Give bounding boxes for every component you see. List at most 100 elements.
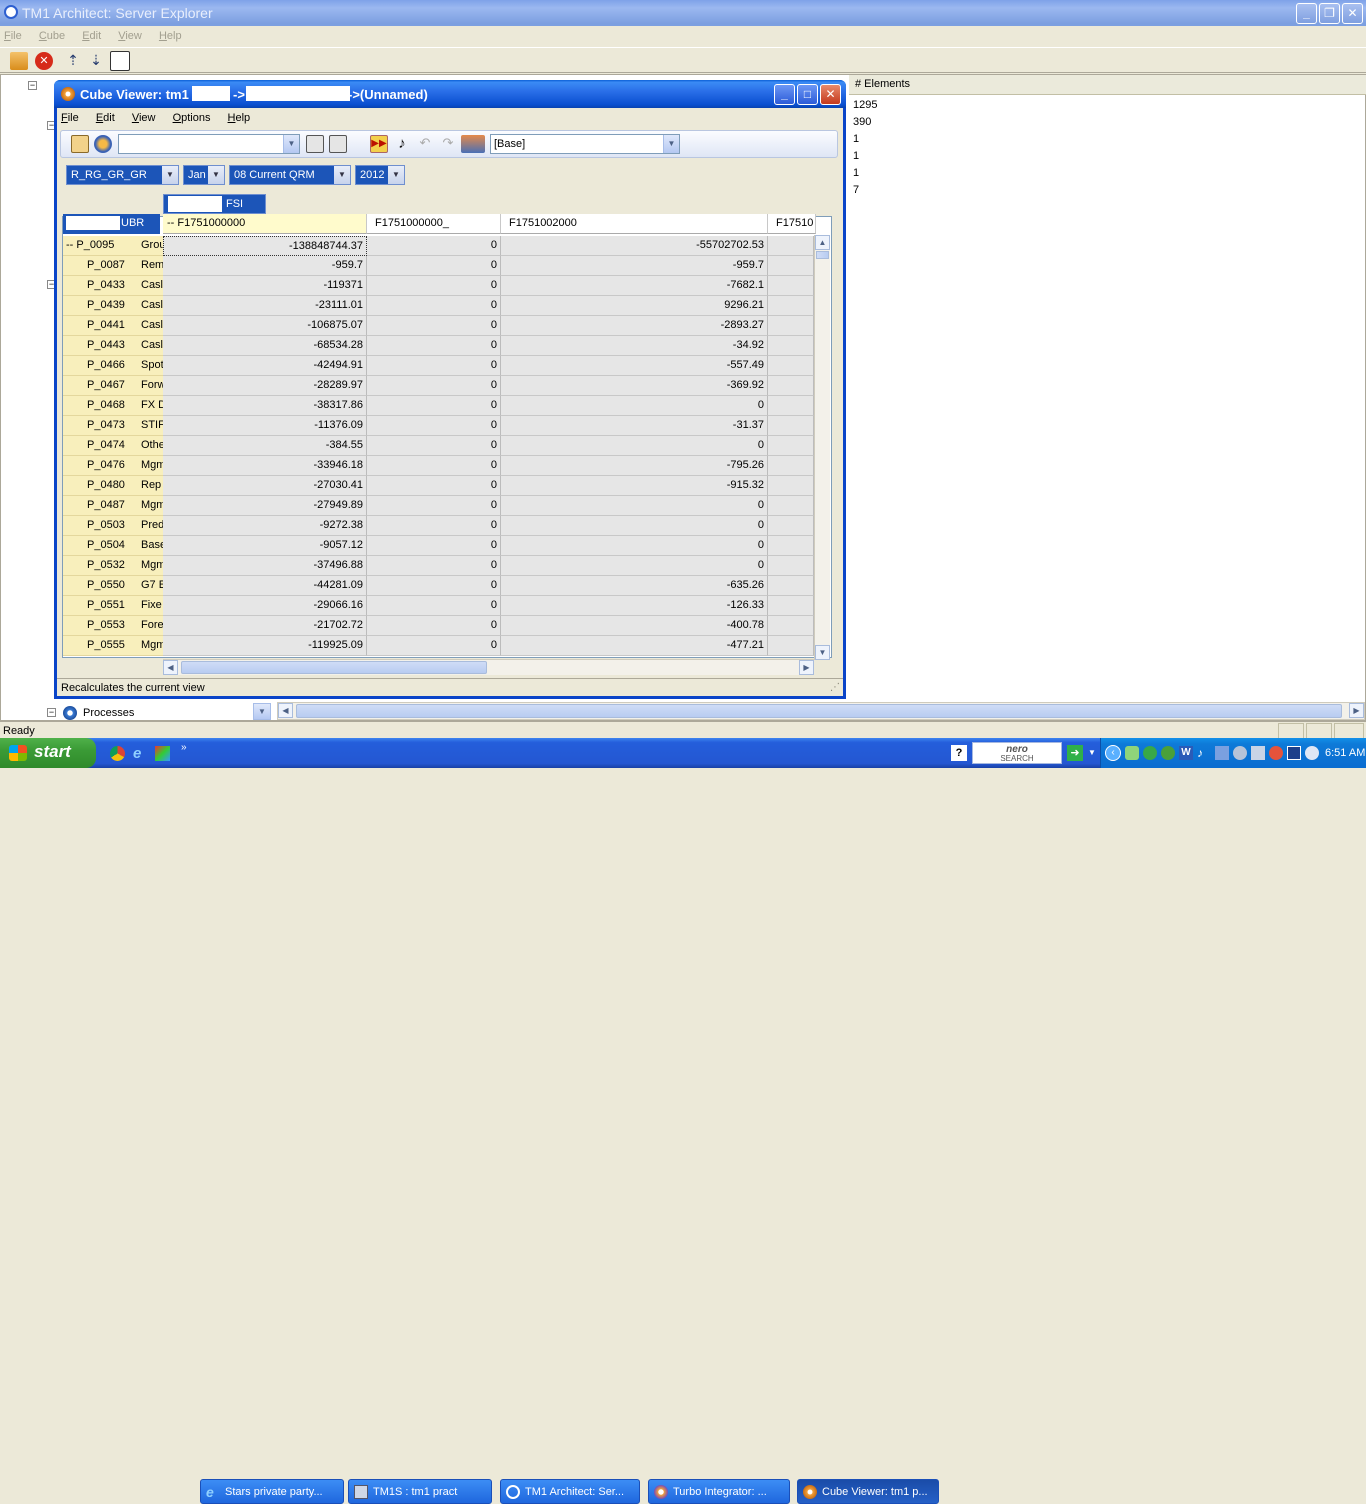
column-header[interactable]: F1751002000 <box>501 214 768 234</box>
data-cell[interactable]: -477.21 <box>501 636 768 656</box>
open-view-icon[interactable] <box>71 135 89 153</box>
title-dim-version[interactable]: 08 Current QRM ▼ <box>229 165 351 185</box>
auto-recalc-icon[interactable] <box>329 135 347 153</box>
taskbar-item[interactable]: TM1S : tm1 pract <box>348 1479 492 1504</box>
data-cell[interactable]: 0 <box>367 436 501 456</box>
chevron-down-icon[interactable]: ▼ <box>388 166 404 184</box>
data-cell[interactable]: -915.32 <box>501 476 768 496</box>
data-cell[interactable] <box>768 556 814 576</box>
chevron-down-icon[interactable]: ▼ <box>663 135 679 153</box>
taskbar-item[interactable]: TM1 Architect: Ser... <box>500 1479 640 1504</box>
row-header[interactable]: P_0551 Fixe <box>63 596 163 616</box>
column-header[interactable]: F17510 <box>768 214 816 234</box>
drill-icon[interactable]: ♪ <box>393 135 411 153</box>
copy-icon[interactable] <box>10 52 28 70</box>
data-cell[interactable]: 0 <box>501 536 768 556</box>
data-cell[interactable]: 0 <box>501 556 768 576</box>
data-cell[interactable]: 0 <box>367 496 501 516</box>
row-header[interactable]: -- P_0095 Group <box>63 236 163 256</box>
row-header[interactable]: P_0468 FX D <box>63 396 163 416</box>
recalculate-icon[interactable]: ▶▶ <box>370 135 388 153</box>
data-cell[interactable] <box>768 236 814 256</box>
data-cell[interactable]: -635.26 <box>501 576 768 596</box>
quicklaunch-more-icon[interactable]: » <box>181 742 187 753</box>
row-header[interactable]: P_0439 Casl <box>63 296 163 316</box>
data-cell[interactable]: -119371 <box>163 276 367 296</box>
nero-search-box[interactable]: nero SEARCH <box>972 742 1062 764</box>
title-dim-region[interactable]: R_RG_GR_GR ▼ <box>66 165 179 185</box>
data-cell[interactable]: -119925.09 <box>163 636 367 656</box>
column-header[interactable]: -- F1751000000 <box>163 214 367 234</box>
calculator-icon[interactable] <box>306 135 324 153</box>
tree-expander[interactable]: − <box>28 81 37 90</box>
data-cell[interactable] <box>768 616 814 636</box>
data-cell[interactable] <box>768 636 814 656</box>
data-cell[interactable]: -37496.88 <box>163 556 367 576</box>
row-header[interactable]: P_0553 Fore <box>63 616 163 636</box>
row-dim-tab[interactable]: UBR <box>63 214 160 234</box>
data-cell[interactable]: -400.78 <box>501 616 768 636</box>
sort-desc-icon[interactable]: ⇣ <box>87 52 105 70</box>
tray-icon[interactable] <box>1215 746 1229 760</box>
data-cell[interactable]: 0 <box>501 516 768 536</box>
taskbar-item-active[interactable]: Cube Viewer: tm1 p... <box>797 1479 939 1504</box>
tray-icon[interactable] <box>1161 746 1175 760</box>
undo-icon[interactable]: ↶ <box>416 135 434 153</box>
data-cell[interactable] <box>768 456 814 476</box>
tray-icon[interactable] <box>1251 746 1265 760</box>
data-cell[interactable]: 9296.21 <box>501 296 768 316</box>
view-name-combo[interactable]: ▼ <box>118 134 300 154</box>
outer-title-bar[interactable]: TM1 Architect: Server Explorer _ ❐ ✕ <box>0 0 1366 26</box>
data-cell[interactable] <box>768 576 814 596</box>
data-cell[interactable] <box>768 356 814 376</box>
cube-menu-options[interactable]: Options <box>173 112 211 124</box>
data-cell[interactable]: -27030.41 <box>163 476 367 496</box>
row-header[interactable]: P_0443 Casl <box>63 336 163 356</box>
tray-icon[interactable] <box>1305 746 1319 760</box>
outer-hscrollbar[interactable]: ◀ ▶ <box>277 702 1365 720</box>
outer-minimize-button[interactable]: _ <box>1296 3 1317 24</box>
data-cell[interactable]: -21702.72 <box>163 616 367 636</box>
cube-menu-view[interactable]: View <box>132 112 156 124</box>
scroll-left-icon[interactable]: ◀ <box>163 660 178 675</box>
chevron-down-icon[interactable]: ▼ <box>208 166 224 184</box>
go-arrow-icon[interactable]: ➜ <box>1067 745 1083 761</box>
volume-icon[interactable]: ♪ <box>1197 746 1211 760</box>
column-dim-tab[interactable]: FSI <box>163 194 266 214</box>
data-cell[interactable]: 0 <box>367 316 501 336</box>
row-header[interactable]: P_0532 Mgm <box>63 556 163 576</box>
row-header[interactable]: P_0441 Casl <box>63 316 163 336</box>
cube-menu-file[interactable]: File <box>61 112 79 124</box>
ie-icon[interactable]: e <box>133 746 148 761</box>
outer-menu-edit[interactable]: Edit <box>82 30 101 42</box>
cube-menu-help[interactable]: Help <box>228 112 251 124</box>
tree-dropdown[interactable]: ▼ <box>253 703 271 720</box>
tray-icon[interactable] <box>1143 746 1157 760</box>
title-dim-month[interactable]: Jan ▼ <box>183 165 225 185</box>
cube-minimize-button[interactable]: _ <box>774 84 795 105</box>
data-cell[interactable]: -44281.09 <box>163 576 367 596</box>
help-icon[interactable]: ? <box>951 745 967 761</box>
data-cell[interactable]: 0 <box>367 536 501 556</box>
view-type-combo[interactable]: [Base] ▼ <box>490 134 680 154</box>
data-cell[interactable]: -29066.16 <box>163 596 367 616</box>
data-cell[interactable]: -42494.91 <box>163 356 367 376</box>
tray-icon[interactable] <box>1125 746 1139 760</box>
data-cell[interactable] <box>768 416 814 436</box>
data-cell[interactable] <box>768 596 814 616</box>
outer-close-button[interactable]: ✕ <box>1342 3 1363 24</box>
data-cell[interactable]: -9057.12 <box>163 536 367 556</box>
data-cell[interactable]: 0 <box>367 256 501 276</box>
tray-icon[interactable] <box>1233 746 1247 760</box>
scroll-thumb[interactable] <box>296 704 1342 718</box>
data-cell[interactable]: 0 <box>501 496 768 516</box>
data-cell[interactable]: -34.92 <box>501 336 768 356</box>
data-cell[interactable]: -126.33 <box>501 596 768 616</box>
row-header[interactable]: P_0550 G7 E <box>63 576 163 596</box>
row-header[interactable]: P_0433 Casl <box>63 276 163 296</box>
data-cell[interactable]: -557.49 <box>501 356 768 376</box>
tree-expander[interactable]: − <box>47 708 56 717</box>
scroll-thumb[interactable] <box>816 251 829 259</box>
data-cell[interactable] <box>768 436 814 456</box>
scroll-right-icon[interactable]: ▶ <box>799 660 814 675</box>
